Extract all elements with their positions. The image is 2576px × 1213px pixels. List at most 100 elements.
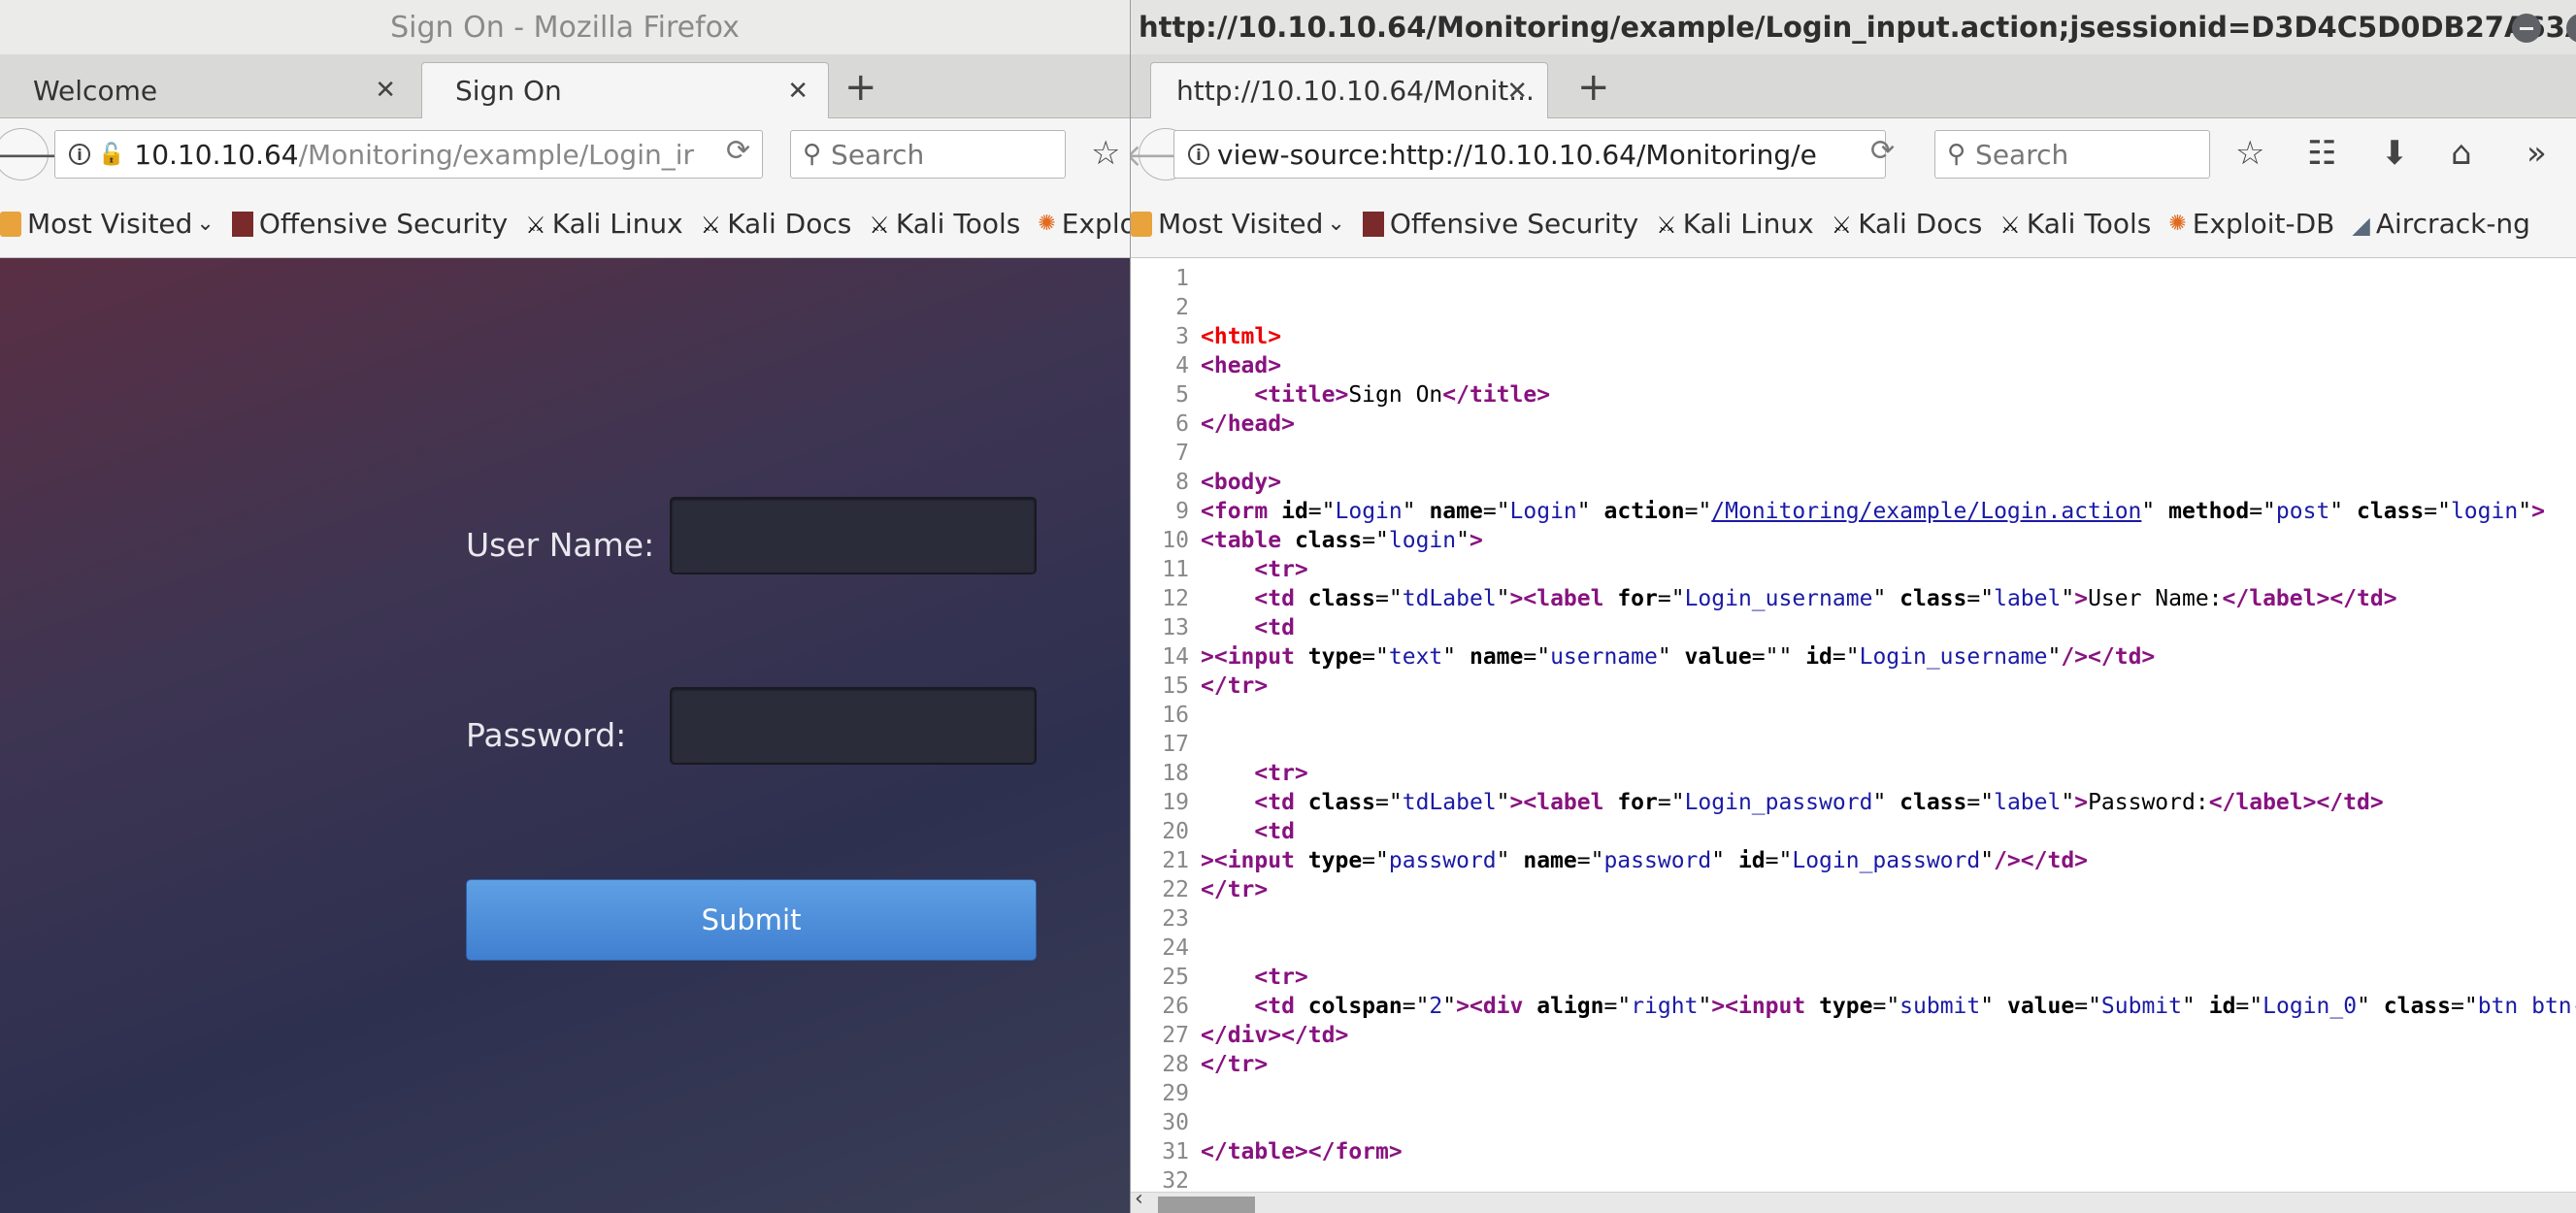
- bookmark-kali-linux[interactable]: ⚔ Kali Linux: [525, 208, 682, 240]
- chevron-down-icon: ⌄: [196, 212, 215, 236]
- chevron-down-icon: ⌄: [1327, 212, 1345, 236]
- reload-icon[interactable]: ⟳: [1870, 134, 1895, 168]
- source-token: <tr>: [1254, 557, 1308, 582]
- source-token: class: [1899, 586, 1967, 611]
- tab-welcome[interactable]: Welcome ✕: [0, 62, 415, 118]
- source-token: post: [2275, 499, 2330, 524]
- minimize-icon[interactable]: [2512, 14, 2541, 43]
- source-token: >: [2074, 790, 2089, 815]
- source-token: </tr>: [1201, 673, 1269, 699]
- bookmark-aircrack-ng[interactable]: ◢ Aircrack-ng: [2352, 208, 2530, 240]
- bookmark-star-icon[interactable]: ☆: [2235, 134, 2264, 173]
- source-token: =": [1362, 848, 1389, 873]
- source-token: </div></td>: [1201, 1023, 1349, 1048]
- kali-dragon-icon: ⚔: [869, 211, 890, 239]
- bookmark-star-icon[interactable]: ☆: [1091, 134, 1120, 173]
- bookmark-kali-tools[interactable]: ⚔ Kali Tools: [869, 208, 1020, 240]
- bookmark-kali-linux[interactable]: ⚔ Kali Linux: [1656, 208, 1813, 240]
- source-token: ><div: [1456, 994, 1537, 1019]
- source-token: ": [1402, 499, 1430, 524]
- source-token: =": [1375, 790, 1403, 815]
- folder-icon: [1131, 211, 1152, 237]
- source-token: [1201, 382, 1254, 408]
- line-number: 1: [1175, 266, 1189, 291]
- source-token: class: [1899, 790, 1967, 815]
- source-token: login: [1388, 528, 1457, 553]
- source-token: username: [1550, 644, 1658, 670]
- bookmark-label: Most Visited: [27, 208, 193, 240]
- bookmark-kali-tools[interactable]: ⚔ Kali Tools: [1999, 208, 2151, 240]
- overflow-chevron-icon[interactable]: »: [2526, 134, 2547, 173]
- tab-sign-on[interactable]: Sign On ✕: [421, 62, 829, 118]
- line-number: 7: [1175, 441, 1189, 466]
- new-tab-icon[interactable]: +: [1577, 68, 1610, 107]
- bookmark-most-visited[interactable]: Most Visited ⌄: [0, 208, 215, 240]
- line-number: 5: [1175, 382, 1189, 408]
- source-token: right: [1631, 994, 1699, 1019]
- reading-list-icon[interactable]: ☷: [2307, 134, 2336, 173]
- source-token: ": [1980, 994, 2007, 1019]
- source-token: ": [1711, 848, 1738, 873]
- close-icon[interactable]: ✕: [787, 77, 809, 106]
- line-number: 11: [1162, 557, 1189, 582]
- source-token: <tr>: [1254, 761, 1308, 786]
- submit-button[interactable]: Submit: [466, 879, 1037, 961]
- search-input[interactable]: ⚲ Search: [790, 130, 1066, 179]
- source-line: 5 <title>Sign On</title>: [1131, 380, 1550, 410]
- source-token: ><input: [1711, 994, 1820, 1019]
- source-token: ="": [1751, 644, 1806, 670]
- bookmark-offensive-security[interactable]: Offensive Security: [1362, 208, 1638, 240]
- new-tab-icon[interactable]: +: [844, 68, 877, 107]
- bookmark-offensive-security[interactable]: Offensive Security: [231, 208, 508, 240]
- back-arrow-icon[interactable]: 🡐: [0, 128, 63, 180]
- line-number: 3: [1175, 324, 1189, 349]
- horizontal-scrollbar[interactable]: ‹: [1131, 1187, 2576, 1213]
- source-token: [1201, 557, 1254, 582]
- source-token: =": [1362, 528, 1389, 553]
- scrollbar-thumb[interactable]: [1158, 1197, 1255, 1213]
- source-line: 14 ><input type="text" name="username" va…: [1131, 642, 2155, 672]
- source-token: ": [1872, 586, 1900, 611]
- close-icon[interactable]: ✕: [375, 76, 396, 105]
- search-input[interactable]: ⚲ Search: [1934, 130, 2210, 179]
- reload-icon[interactable]: ⟳: [726, 134, 750, 168]
- close-icon[interactable]: ✕: [1506, 77, 1528, 106]
- source-line: 20 <td: [1131, 817, 1295, 846]
- line-number: 28: [1162, 1052, 1189, 1077]
- source-token: class: [1307, 790, 1376, 815]
- bookmark-exploit-db[interactable]: ✺ Exploit-DB: [2168, 208, 2334, 240]
- info-icon[interactable]: i: [69, 144, 90, 165]
- download-icon[interactable]: ⬇: [2381, 134, 2409, 173]
- bookmark-kali-docs[interactable]: ⚔ Kali Docs: [701, 208, 852, 240]
- right-browser-window: http://10.10.10.64/Monitoring/example/Lo…: [1130, 0, 2576, 1213]
- source-token: =": [1402, 994, 1430, 1019]
- bookmark-label: Aircrack-ng: [2375, 208, 2530, 240]
- url-bar[interactable]: i view-source:http://10.10.10.64/Monitor…: [1173, 130, 1886, 179]
- line-number: 4: [1175, 353, 1189, 378]
- insecure-lock-icon[interactable]: 🔓: [98, 143, 124, 167]
- bookmark-exploit-db[interactable]: ✺Exploit: [1038, 208, 1130, 240]
- bookmark-kali-docs[interactable]: ⚔ Kali Docs: [1832, 208, 1983, 240]
- password-field[interactable]: [670, 687, 1037, 765]
- source-token: =": [1765, 848, 1793, 873]
- home-icon[interactable]: ⌂: [2451, 134, 2472, 173]
- line-number: 23: [1162, 906, 1189, 932]
- source-link[interactable]: /Monitoring/example/Login.action: [1711, 499, 2141, 524]
- source-token: ": [1442, 644, 1470, 670]
- source-line: 7: [1131, 439, 1201, 468]
- username-field[interactable]: [670, 497, 1037, 574]
- url-bar[interactable]: i 🔓 10.10.10.64/Monitoring/example/Login…: [54, 130, 763, 179]
- source-line: 17: [1131, 730, 1201, 759]
- bookmark-most-visited[interactable]: Most Visited ⌄: [1131, 208, 1345, 240]
- source-token: value: [1684, 644, 1752, 670]
- url-text: view-source:http://10.10.10.64/Monitorin…: [1217, 138, 1817, 171]
- source-token: ": [2357, 994, 2384, 1019]
- source-token: class: [2357, 499, 2425, 524]
- scroll-left-icon[interactable]: ‹: [1135, 1187, 1143, 1211]
- source-token: value: [2006, 994, 2075, 1019]
- tab-view-source[interactable]: http://10.10.10.64/Monit... ✕: [1150, 62, 1548, 118]
- source-token: tdLabel: [1402, 586, 1497, 611]
- source-line: 18 <tr>: [1131, 759, 1308, 788]
- info-icon[interactable]: i: [1188, 144, 1209, 165]
- view-source-content: 1 2 3 <html> 4 <head> 5 <title>Sign On</title>…: [1131, 258, 2576, 1213]
